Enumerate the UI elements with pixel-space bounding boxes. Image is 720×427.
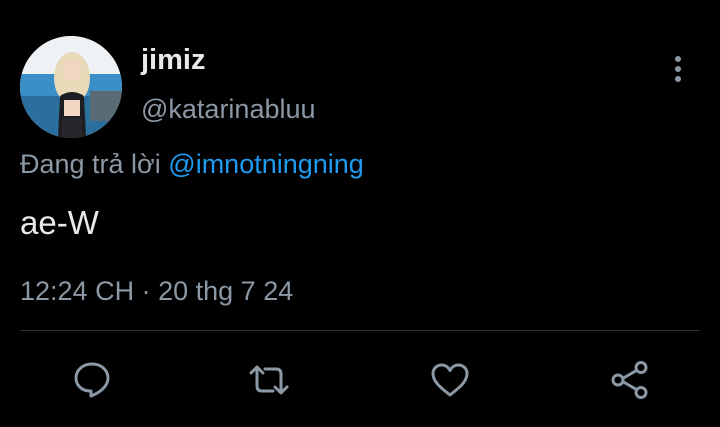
- reply-mention-link[interactable]: @imnotningning: [168, 149, 364, 179]
- more-options-icon: [675, 56, 681, 62]
- tweet-timestamp[interactable]: 12:24 CH · 20 thg 7 24: [20, 273, 293, 309]
- tweet-time: 12:24 CH: [20, 276, 135, 306]
- display-name[interactable]: jimiz: [141, 42, 205, 78]
- share-button[interactable]: [608, 358, 652, 402]
- more-options-icon-dot: [675, 66, 681, 72]
- retweet-arrows-icon: [249, 365, 289, 395]
- replying-to: Đang trả lời @imnotningning: [20, 146, 364, 182]
- divider: [20, 330, 700, 331]
- retweet-button[interactable]: [247, 358, 291, 402]
- heart-icon: [431, 363, 469, 397]
- share-nodes-icon: [611, 361, 648, 399]
- username-handle[interactable]: @katarinabluu: [141, 91, 316, 127]
- reply-button[interactable]: [70, 358, 114, 402]
- comment-bubble-icon: [74, 362, 110, 398]
- like-button[interactable]: [428, 358, 472, 402]
- more-options-button[interactable]: [664, 52, 692, 86]
- timestamp-separator: ·: [141, 276, 151, 306]
- avatar-image: [20, 36, 122, 138]
- tweet-date: 20 thg 7 24: [158, 276, 294, 306]
- avatar[interactable]: [20, 36, 122, 138]
- replying-to-label: Đang trả lời: [20, 149, 161, 179]
- more-options-icon-dot: [675, 76, 681, 82]
- tweet-text: ae-W: [20, 204, 99, 241]
